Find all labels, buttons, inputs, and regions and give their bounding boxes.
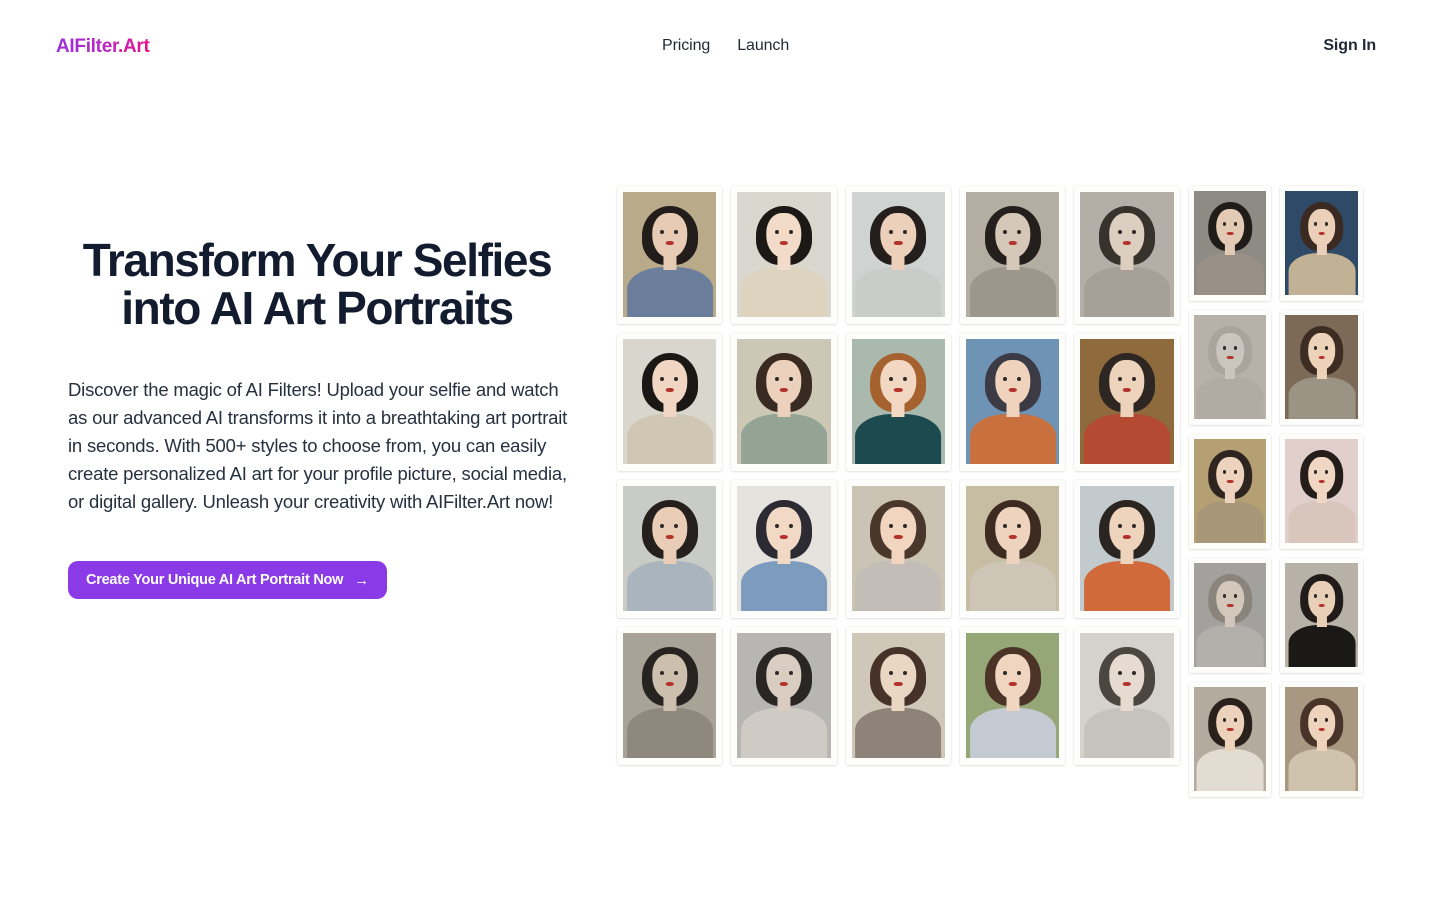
site-logo[interactable]: AIFilter.Art — [56, 36, 150, 58]
gallery-column — [1280, 186, 1364, 797]
portrait-artwork — [1080, 486, 1174, 611]
create-portrait-button[interactable]: Create Your Unique AI Art Portrait Now → — [68, 561, 387, 599]
portrait-artwork — [965, 633, 1060, 758]
portrait-tile[interactable] — [959, 186, 1066, 324]
portrait-tile[interactable] — [617, 333, 723, 471]
gallery-column — [959, 186, 1066, 765]
gallery-column — [1188, 186, 1272, 797]
portrait-artwork — [1193, 563, 1267, 667]
portrait-tile[interactable] — [617, 627, 723, 765]
portrait-artwork — [737, 339, 831, 464]
portrait-artwork — [1193, 191, 1267, 295]
portrait-tile[interactable] — [1188, 310, 1272, 425]
portrait-tile[interactable] — [731, 186, 837, 324]
portrait-artwork — [965, 192, 1060, 317]
portrait-artwork — [1285, 315, 1359, 419]
portrait-tile[interactable] — [959, 480, 1066, 618]
portrait-tile[interactable] — [617, 480, 723, 618]
portrait-artwork — [623, 633, 717, 758]
portrait-tile[interactable] — [731, 627, 837, 765]
hero-section: Transform Your Selfies into AI Art Portr… — [68, 236, 568, 599]
portrait-artwork — [1080, 339, 1174, 464]
nav-link-launch[interactable]: Launch — [737, 37, 789, 55]
portrait-artwork — [965, 339, 1060, 464]
portrait-tile[interactable] — [731, 480, 837, 618]
portrait-tile[interactable] — [845, 480, 951, 618]
portrait-tile[interactable] — [1280, 558, 1364, 673]
portrait-tile[interactable] — [617, 186, 723, 324]
portrait-tile[interactable] — [1280, 682, 1364, 797]
portrait-tile[interactable] — [959, 333, 1066, 471]
portrait-artwork — [851, 192, 945, 317]
portrait-artwork — [737, 192, 831, 317]
portrait-tile[interactable] — [959, 627, 1066, 765]
portrait-artwork — [1193, 687, 1267, 791]
nav-link-pricing[interactable]: Pricing — [662, 37, 710, 55]
portrait-tile[interactable] — [1188, 434, 1272, 549]
portrait-artwork — [1193, 439, 1267, 543]
portrait-artwork — [737, 633, 831, 758]
page-title: Transform Your Selfies into AI Art Portr… — [82, 234, 553, 334]
gallery-column — [1074, 186, 1180, 765]
portrait-tile[interactable] — [1074, 480, 1180, 618]
portrait-tile[interactable] — [1074, 186, 1180, 324]
portrait-tile[interactable] — [1074, 627, 1180, 765]
portrait-tile[interactable] — [1280, 310, 1364, 425]
gallery-column — [845, 186, 951, 765]
portrait-artwork — [965, 486, 1060, 611]
account-navigation: Sign In — [1323, 37, 1376, 55]
sign-in-link[interactable]: Sign In — [1323, 37, 1376, 54]
portrait-tile[interactable] — [1188, 186, 1272, 301]
page-root: AIFilter.Art Pricing Launch Sign In Tran… — [0, 0, 1440, 900]
portrait-artwork — [851, 339, 945, 464]
portrait-tile[interactable] — [1074, 333, 1180, 471]
portrait-tile[interactable] — [1280, 186, 1364, 301]
portrait-artwork — [1285, 563, 1359, 667]
portrait-tile[interactable] — [1188, 682, 1272, 797]
site-header: AIFilter.Art Pricing Launch Sign In — [0, 0, 1440, 96]
portrait-artwork — [623, 192, 717, 317]
portrait-artwork — [623, 486, 717, 611]
portrait-artwork — [1080, 192, 1174, 317]
portrait-tile[interactable] — [845, 186, 951, 324]
portrait-gallery — [617, 186, 1364, 797]
portrait-artwork — [1285, 439, 1359, 543]
create-portrait-button-label: Create Your Unique AI Art Portrait Now — [86, 572, 344, 588]
portrait-tile[interactable] — [845, 333, 951, 471]
portrait-tile[interactable] — [845, 627, 951, 765]
portrait-artwork — [851, 633, 945, 758]
portrait-artwork — [737, 486, 831, 611]
primary-navigation: Pricing Launch — [662, 37, 789, 55]
portrait-artwork — [1285, 191, 1359, 295]
hero-description: Discover the magic of AI Filters! Upload… — [68, 379, 568, 512]
portrait-artwork — [1285, 687, 1359, 791]
portrait-artwork — [623, 339, 717, 464]
portrait-artwork — [1080, 633, 1174, 758]
gallery-column — [731, 186, 837, 765]
portrait-tile[interactable] — [1188, 558, 1272, 673]
portrait-artwork — [851, 486, 945, 611]
arrow-right-icon: → — [354, 571, 369, 589]
gallery-column — [617, 186, 723, 765]
portrait-artwork — [1193, 315, 1267, 419]
portrait-tile[interactable] — [1280, 434, 1364, 549]
portrait-tile[interactable] — [731, 333, 837, 471]
